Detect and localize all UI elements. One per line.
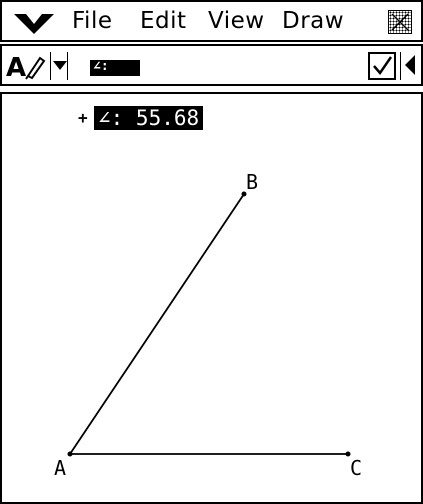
triangle-down-icon[interactable] xyxy=(50,52,68,80)
menu-view[interactable]: View xyxy=(208,6,265,36)
point-label-a: A xyxy=(54,456,67,480)
point-a[interactable] xyxy=(67,451,73,457)
menu-file[interactable]: File xyxy=(72,6,113,36)
close-icon[interactable] xyxy=(388,10,412,34)
checkbox-checked-icon[interactable] xyxy=(368,52,396,80)
geometry-figure xyxy=(67,191,351,457)
svg-text:A: A xyxy=(6,53,26,80)
measurement-label: ∠: xyxy=(93,59,109,74)
point-label-c: C xyxy=(350,456,363,480)
menu-bar: File Edit View Draw xyxy=(0,0,423,42)
measurement-box[interactable]: ∠: xyxy=(90,59,140,76)
menu-draw[interactable]: Draw xyxy=(282,6,344,36)
font-pen-icon[interactable]: A xyxy=(6,52,46,83)
triangle-left-icon[interactable] xyxy=(400,52,420,80)
segment-ab[interactable] xyxy=(69,193,245,455)
point-label-b: B xyxy=(246,170,259,194)
toolbar: A ∠: xyxy=(0,44,423,86)
casio-menu-chevron-icon[interactable] xyxy=(12,10,56,36)
menu-edit[interactable]: Edit xyxy=(140,6,187,36)
geometry-canvas[interactable]: + ∠: 55.68 B A C xyxy=(0,92,423,504)
